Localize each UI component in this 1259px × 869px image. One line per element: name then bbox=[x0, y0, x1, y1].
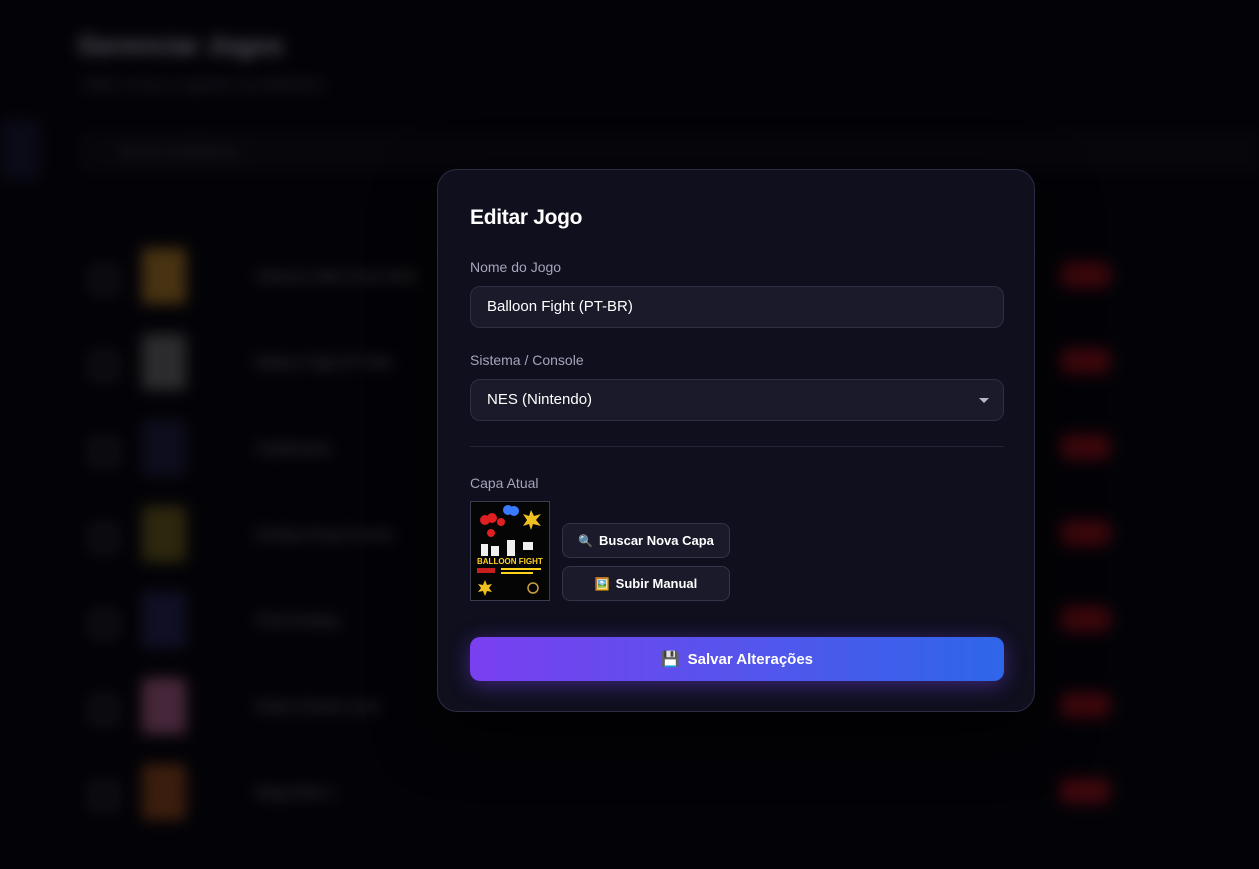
save-changes-button[interactable]: 💾 Salvar Alterações bbox=[470, 637, 1004, 681]
modal-title: Editar Jogo bbox=[470, 206, 583, 229]
upload-manual-label: Subir Manual bbox=[615, 576, 698, 591]
cover-title-text: BALLOON FIGHT bbox=[477, 557, 543, 566]
floppy-disk-icon: 💾 bbox=[660, 651, 680, 668]
game-name-label: Nome do Jogo bbox=[470, 259, 562, 275]
cover-label: Capa Atual bbox=[470, 475, 539, 491]
divider bbox=[470, 446, 1004, 447]
system-select-value: NES (Nintendo) bbox=[487, 391, 593, 408]
current-cover-image: BALLOON FIGHT bbox=[470, 501, 550, 601]
magnifier-icon: 🔍 bbox=[578, 533, 594, 548]
save-changes-label: Salvar Alterações bbox=[687, 650, 814, 668]
system-label: Sistema / Console bbox=[470, 352, 584, 368]
system-select[interactable]: NES (Nintendo) bbox=[470, 379, 1004, 421]
edit-game-modal: Editar Jogo Nome do Jogo Balloon Fight (… bbox=[437, 169, 1035, 712]
picture-icon: 🖼️ bbox=[594, 576, 610, 591]
upload-manual-button[interactable]: 🖼️ Subir Manual bbox=[562, 566, 730, 601]
chevron-down-icon bbox=[979, 398, 989, 403]
game-name-input[interactable]: Balloon Fight (PT-BR) bbox=[470, 286, 1004, 328]
search-new-cover-label: Buscar Nova Capa bbox=[599, 533, 714, 548]
search-new-cover-button[interactable]: 🔍 Buscar Nova Capa bbox=[562, 523, 730, 558]
